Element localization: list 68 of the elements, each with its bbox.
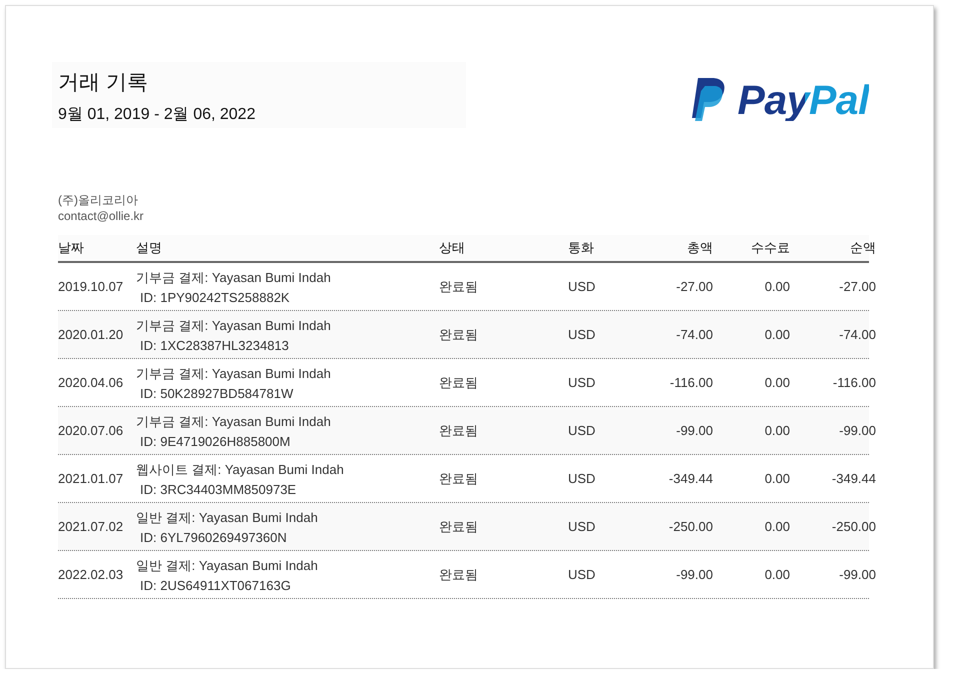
currency-cell-text: USD [568, 279, 596, 294]
date-range: 9월 01, 2019 - 2월 06, 2022 [58, 105, 256, 125]
fee-cell-text: 0.00 [764, 327, 790, 342]
net-cell-text: -99.00 [838, 567, 876, 582]
date-cell-text: 2019.10.07 [58, 279, 124, 294]
gross-cell-text: -250.00 [668, 519, 713, 534]
date-cell-text: 2021.01.07 [58, 471, 124, 486]
status-cell-text: 완료됨 [439, 422, 479, 440]
net-cell-text: -27.00 [838, 279, 876, 294]
net-cell-text: -116.00 [832, 375, 876, 390]
status-cell-text: 완료됨 [439, 374, 479, 392]
column-header: 순액 [849, 239, 876, 257]
description-text: 일반 결제: Yayasan Bumi Indah [136, 556, 319, 574]
date-cell-text: 2020.07.06 [58, 423, 124, 438]
column-header: 수수료 [750, 239, 790, 257]
description-text: 기부금 결제: Yayasan Bumi Indah [136, 364, 332, 382]
company-email: contact@ollie.kr [58, 209, 145, 223]
description-text: 기부금 결제: Yayasan Bumi Indah [136, 268, 332, 286]
fee-cell-text: 0.00 [764, 375, 790, 390]
transaction-id: ID: 2US64911XT067163G [139, 578, 292, 592]
gross-cell-text: -74.00 [675, 327, 713, 342]
gross-cell-text: -116.00 [668, 375, 713, 390]
currency-cell-text: USD [568, 567, 596, 582]
status-cell-text: 완료됨 [439, 566, 479, 584]
column-header: 설명 [136, 239, 163, 257]
status-cell-text: 완료됨 [439, 518, 479, 536]
transaction-id: ID: 50K28927BD584781W [139, 386, 294, 400]
status-cell-text: 완료됨 [439, 470, 479, 488]
fee-cell-text: 0.00 [764, 471, 790, 486]
company-name: (주)올리코리아 [58, 192, 139, 209]
logo-icon [692, 76, 728, 124]
currency-cell-text: USD [568, 519, 596, 534]
fee-cell-text: 0.00 [764, 519, 790, 534]
column-header: 총액 [686, 239, 713, 257]
transaction-id: ID: 1XC28387HL3234813 [139, 338, 290, 352]
column-header: 날짜 [58, 239, 85, 257]
date-cell-text: 2020.04.06 [58, 375, 124, 390]
column-header: 통화 [568, 239, 595, 257]
gross-cell-text: -349.44 [668, 471, 713, 486]
transaction-id: ID: 6YL7960269497360N [139, 530, 288, 544]
description-text: 기부금 결제: Yayasan Bumi Indah [136, 412, 332, 430]
fee-cell-text: 0.00 [764, 423, 790, 438]
date-cell-text: 2020.01.20 [58, 327, 124, 342]
fee-cell-text: 0.00 [764, 279, 790, 294]
fee-cell-text: 0.00 [764, 567, 790, 582]
description-text: 일반 결제: Yayasan Bumi Indah [136, 508, 319, 526]
date-cell-text: 2021.07.02 [58, 519, 124, 534]
currency-cell-text: USD [568, 375, 596, 390]
gross-cell-text: -99.00 [675, 423, 713, 438]
report-title: 거래 기록 [58, 70, 149, 96]
description-text: 기부금 결제: Yayasan Bumi Indah [136, 316, 332, 334]
net-cell-text: -99.00 [838, 423, 876, 438]
gross-cell-text: -27.00 [675, 279, 713, 294]
currency-cell-text: USD [568, 471, 596, 486]
transaction-id: ID: 9E4719026H885800M [139, 434, 292, 448]
net-cell-text: -349.44 [830, 471, 876, 486]
net-cell-text: -250.00 [830, 519, 876, 534]
status-cell-text: 완료됨 [439, 278, 479, 296]
column-header: 상태 [439, 239, 466, 257]
description-text: 웹사이트 결제: Yayasan Bumi Indah [136, 460, 345, 478]
date-cell-text: 2022.02.03 [58, 567, 124, 582]
transaction-id: ID: 1PY90242TS258882K [139, 290, 291, 304]
status-cell-text: 완료됨 [439, 326, 479, 344]
transaction-id: ID: 3RC34403MM850973E [139, 482, 298, 496]
net-cell-text: -74.00 [838, 327, 876, 342]
currency-cell-text: USD [568, 423, 596, 438]
gross-cell-text: -99.00 [675, 567, 713, 582]
currency-cell-text: USD [568, 327, 596, 342]
